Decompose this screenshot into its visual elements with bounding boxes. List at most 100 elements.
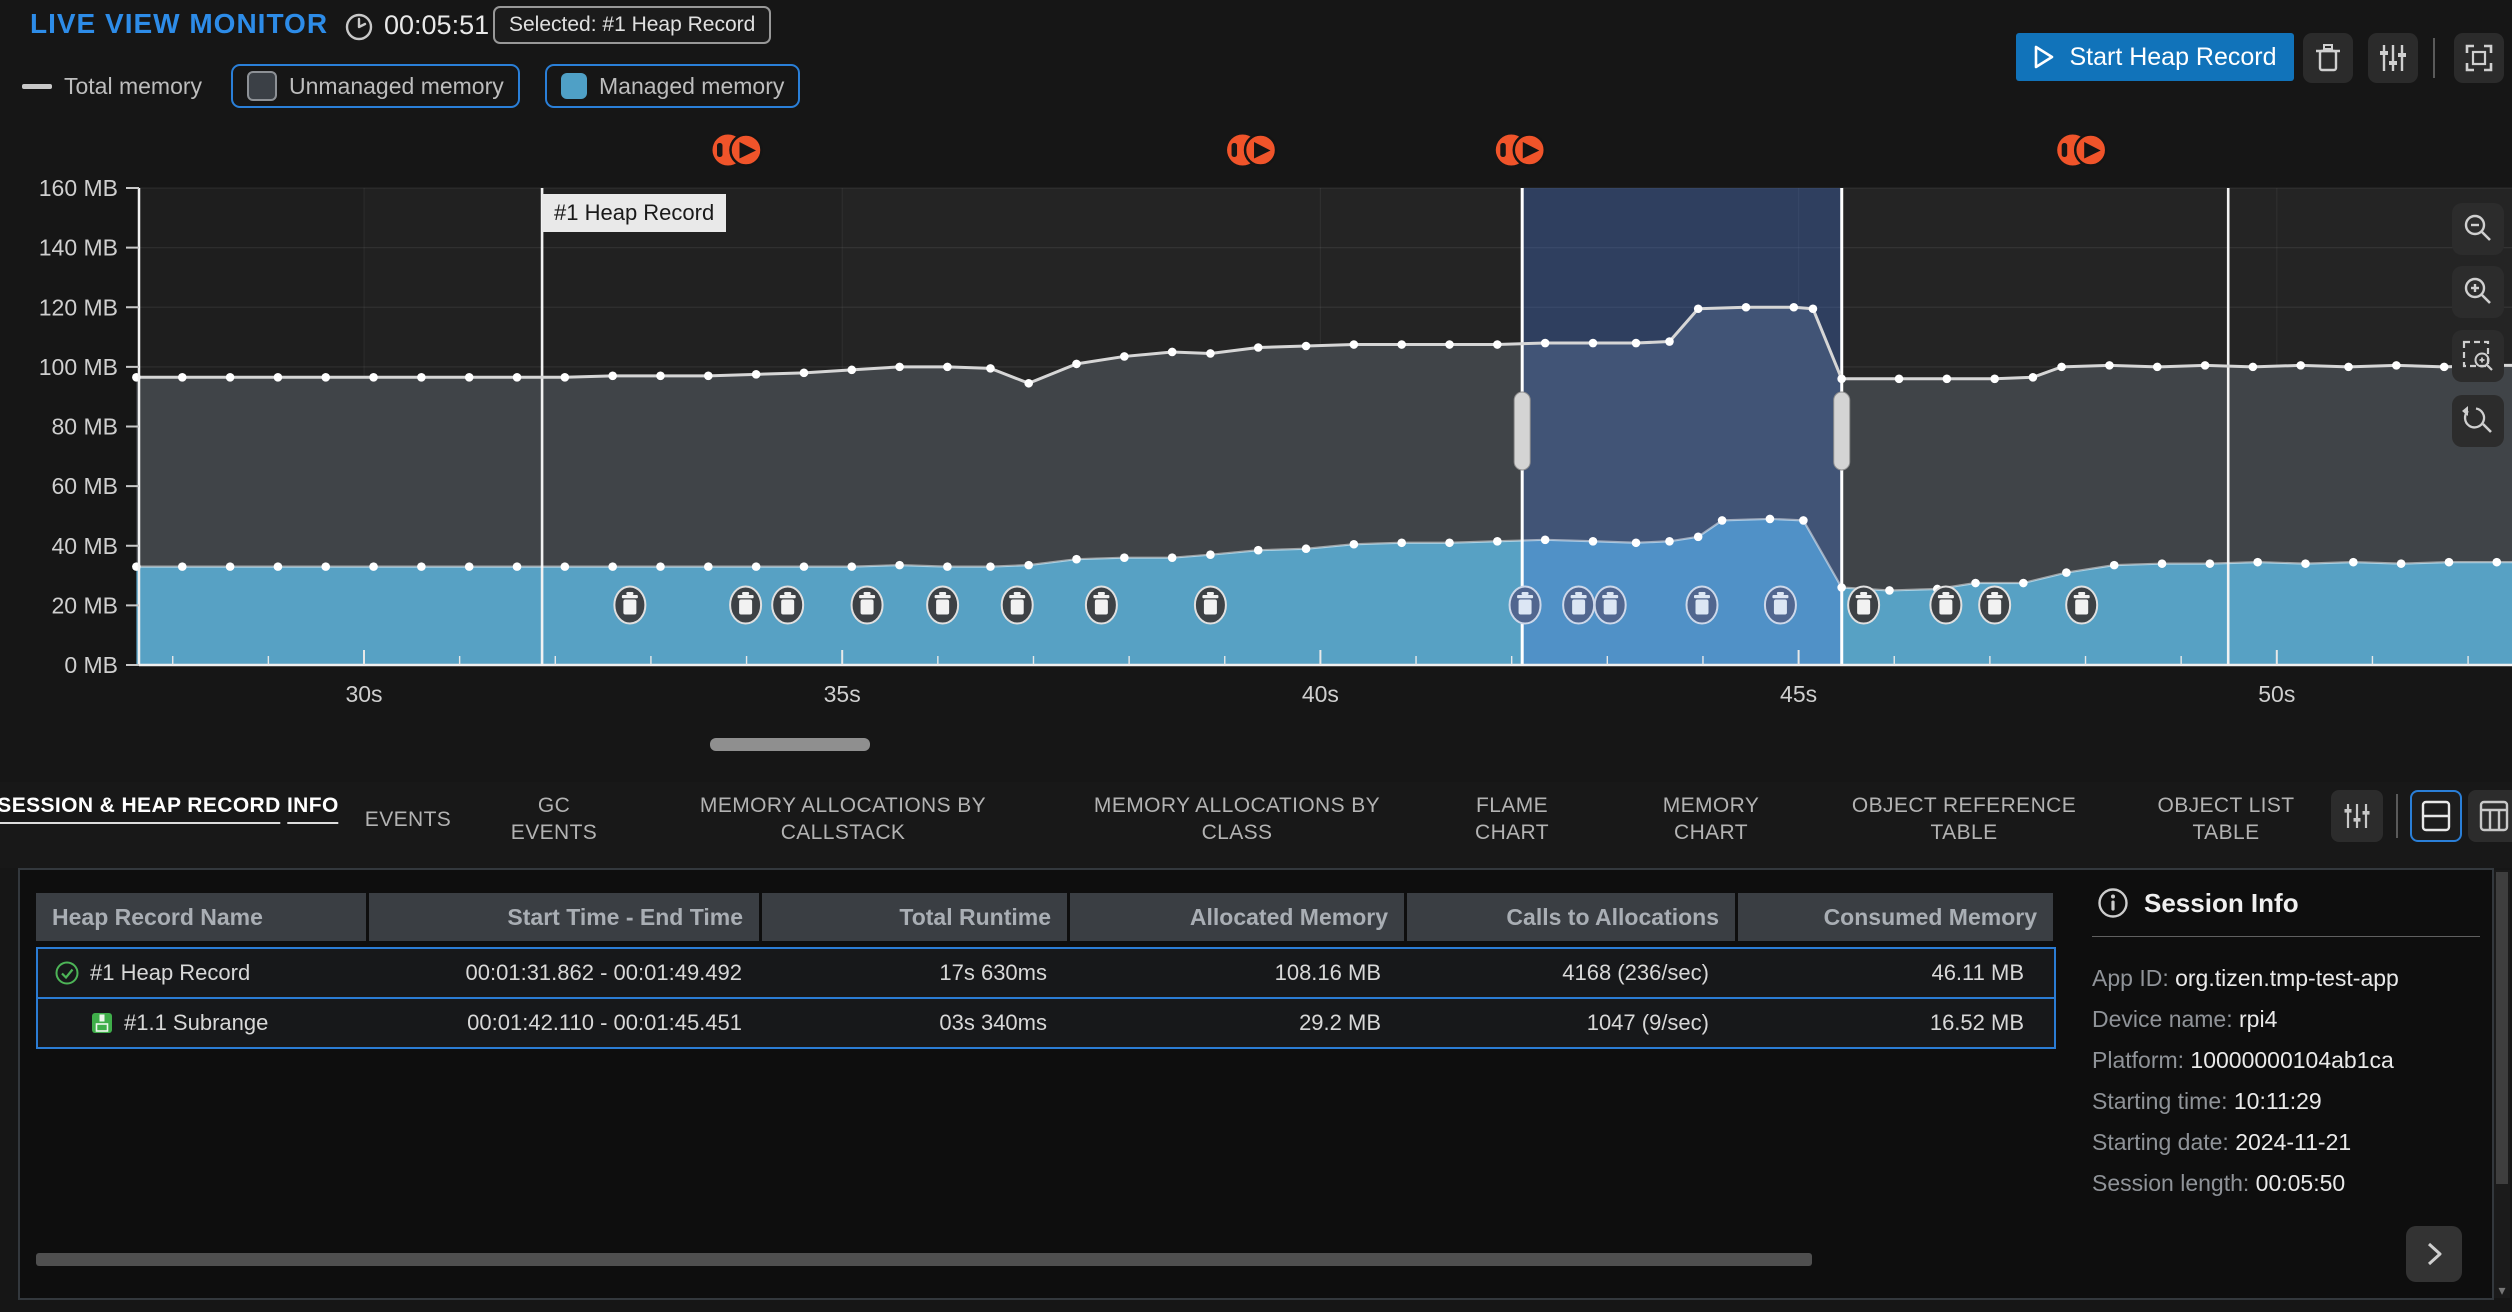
total-memory-point xyxy=(178,373,187,382)
tab-memory-allocations-by-callstack[interactable]: MEMORY ALLOCATIONS BY CALLSTACK xyxy=(700,792,986,846)
layout-rows-button[interactable] xyxy=(2410,790,2462,842)
gc-collect-marker[interactable] xyxy=(1930,587,1961,624)
view-settings-button[interactable] xyxy=(2331,790,2383,842)
zoom-in-button[interactable] xyxy=(2452,266,2504,318)
gc-event-marker[interactable] xyxy=(712,135,761,166)
gc-collect-marker[interactable] xyxy=(1563,587,1594,624)
gc-collect-marker[interactable] xyxy=(1002,587,1033,624)
fullscreen-button[interactable] xyxy=(2454,33,2504,83)
check-circle-icon xyxy=(54,960,80,986)
heap-record-chart-label: #1 Heap Record xyxy=(542,194,726,232)
managed-memory-point xyxy=(800,562,809,571)
gc-collect-marker[interactable] xyxy=(1510,587,1541,624)
managed-memory-point xyxy=(2445,558,2454,567)
gc-collect-marker[interactable] xyxy=(1848,587,1879,624)
layout-grid-button[interactable] xyxy=(2468,790,2512,842)
managed-memory-point xyxy=(1120,553,1129,562)
managed-memory-point xyxy=(1632,538,1641,547)
managed-memory-point xyxy=(895,561,904,570)
managed-memory-point xyxy=(1694,533,1703,542)
legend-toggle-unmanaged[interactable]: Unmanaged memory xyxy=(231,64,520,108)
zoom-region-button[interactable] xyxy=(2452,330,2504,382)
y-tick-label: 140 MB xyxy=(39,235,118,261)
chart-horizontal-scrollbar[interactable] xyxy=(710,738,870,751)
gc-event-marker[interactable] xyxy=(1496,135,1545,166)
total-memory-point xyxy=(1024,379,1033,388)
panel-vertical-scrollbar-thumb[interactable] xyxy=(2496,872,2508,1184)
managed-memory-point xyxy=(417,562,426,571)
fullscreen-icon xyxy=(2463,42,2495,74)
session-info-title: Session Info xyxy=(2096,886,2299,920)
selection-handle-left[interactable] xyxy=(1514,392,1530,470)
column-header-consumed-memory[interactable]: Consumed Memory xyxy=(1738,893,2053,941)
total-memory-point xyxy=(1589,339,1598,348)
column-header-start-end-time[interactable]: Start Time - End Time xyxy=(369,893,759,941)
gc-collect-marker[interactable] xyxy=(1979,587,2010,624)
gc-collect-marker[interactable] xyxy=(730,587,761,624)
managed-memory-point xyxy=(2253,558,2262,567)
gc-collect-marker[interactable] xyxy=(1595,587,1626,624)
managed-memory-point xyxy=(561,562,570,571)
managed-memory-point xyxy=(608,562,617,571)
gc-collect-marker[interactable] xyxy=(852,587,883,624)
tab-events[interactable]: EVENTS xyxy=(365,806,451,833)
gc-collect-marker[interactable] xyxy=(1195,587,1226,624)
managed-memory-point xyxy=(1541,535,1550,544)
tab-object-reference-table[interactable]: OBJECT REFERENCE TABLE xyxy=(1852,792,2076,846)
page-title: LIVE VIEW MONITOR xyxy=(30,8,328,40)
column-header-calls-to-allocations[interactable]: Calls to Allocations xyxy=(1407,893,1735,941)
trash-icon xyxy=(2074,595,2090,598)
total-memory-point xyxy=(226,373,235,382)
table-row-heap-record[interactable]: #1 Heap Record 00:01:31.862 - 00:01:49.4… xyxy=(36,947,2056,999)
total-memory-point xyxy=(847,366,856,375)
total-memory-point xyxy=(2105,361,2114,370)
gc-event-marker[interactable] xyxy=(2057,135,2106,166)
sliders-icon xyxy=(2342,801,2372,831)
gc-collect-marker[interactable] xyxy=(2066,587,2097,624)
gc-collect-marker[interactable] xyxy=(614,587,645,624)
zoom-reset-button[interactable] xyxy=(2452,395,2504,447)
total-memory-point xyxy=(2057,363,2066,372)
start-heap-record-button[interactable]: Start Heap Record xyxy=(2016,33,2294,81)
managed-memory-point xyxy=(2301,559,2310,568)
zoom-out-button[interactable] xyxy=(2452,203,2504,255)
table-row-subrange[interactable]: #1.1 Subrange 00:01:42.110 - 00:01:45.45… xyxy=(36,997,2056,1049)
sliders-icon xyxy=(2377,42,2409,74)
total-memory-point xyxy=(1742,303,1751,312)
tab-object-list-table[interactable]: OBJECT LIST TABLE xyxy=(2157,792,2294,846)
scrollbar-down-arrow-icon[interactable]: ▾ xyxy=(2494,1282,2510,1298)
legend-toggle-managed[interactable]: Managed memory xyxy=(545,64,800,108)
gc-event-marker[interactable] xyxy=(1227,135,1276,166)
tab-session-heap-record-info[interactable]: SESSION & HEAP RECORD INFO xyxy=(0,792,339,825)
tab-memory-allocations-by-class[interactable]: MEMORY ALLOCATIONS BY CLASS xyxy=(1094,792,1380,846)
gc-collect-marker[interactable] xyxy=(1687,587,1718,624)
trash-icon xyxy=(738,595,754,598)
tab-memory-chart[interactable]: MEMORY CHART xyxy=(1663,792,1760,846)
memory-timeline-chart[interactable]: 0 MB20 MB40 MB60 MB80 MB100 MB120 MB140 … xyxy=(0,0,2512,780)
managed-memory-point xyxy=(2019,579,2028,588)
record-calls: 4168 (236/sec) xyxy=(1397,949,1725,997)
delete-records-button[interactable] xyxy=(2303,33,2353,83)
chart-settings-button[interactable] xyxy=(2368,33,2418,83)
tab-flame-chart[interactable]: FLAME CHART xyxy=(1475,792,1549,846)
total-memory-line-icon xyxy=(22,84,52,89)
tab-gc-events[interactable]: GC EVENTS xyxy=(511,792,597,846)
gc-collect-marker[interactable] xyxy=(927,587,958,624)
total-memory-point xyxy=(1350,340,1359,349)
gc-collect-marker[interactable] xyxy=(772,587,803,624)
table-horizontal-scrollbar[interactable] xyxy=(36,1253,1812,1266)
x-tick-label: 30s xyxy=(345,681,382,707)
zoom-reset-icon xyxy=(2460,403,2496,439)
x-tick-label: 35s xyxy=(824,681,861,707)
column-header-allocated-memory[interactable]: Allocated Memory xyxy=(1070,893,1404,941)
total-memory-point xyxy=(1541,339,1550,348)
session-starting-time: Starting time: 10:11:29 xyxy=(2092,1081,2322,1122)
gc-collect-marker[interactable] xyxy=(1765,587,1796,624)
gc-collect-marker[interactable] xyxy=(1086,587,1117,624)
subrange-time: 00:01:42.110 - 00:01:45.451 xyxy=(368,999,758,1047)
column-header-total-runtime[interactable]: Total Runtime xyxy=(762,893,1067,941)
selection-handle-right[interactable] xyxy=(1834,392,1850,470)
session-info-expand-button[interactable] xyxy=(2406,1226,2462,1282)
column-header-heap-record-name[interactable]: Heap Record Name xyxy=(36,893,366,941)
subrange-runtime: 03s 340ms xyxy=(758,999,1063,1047)
